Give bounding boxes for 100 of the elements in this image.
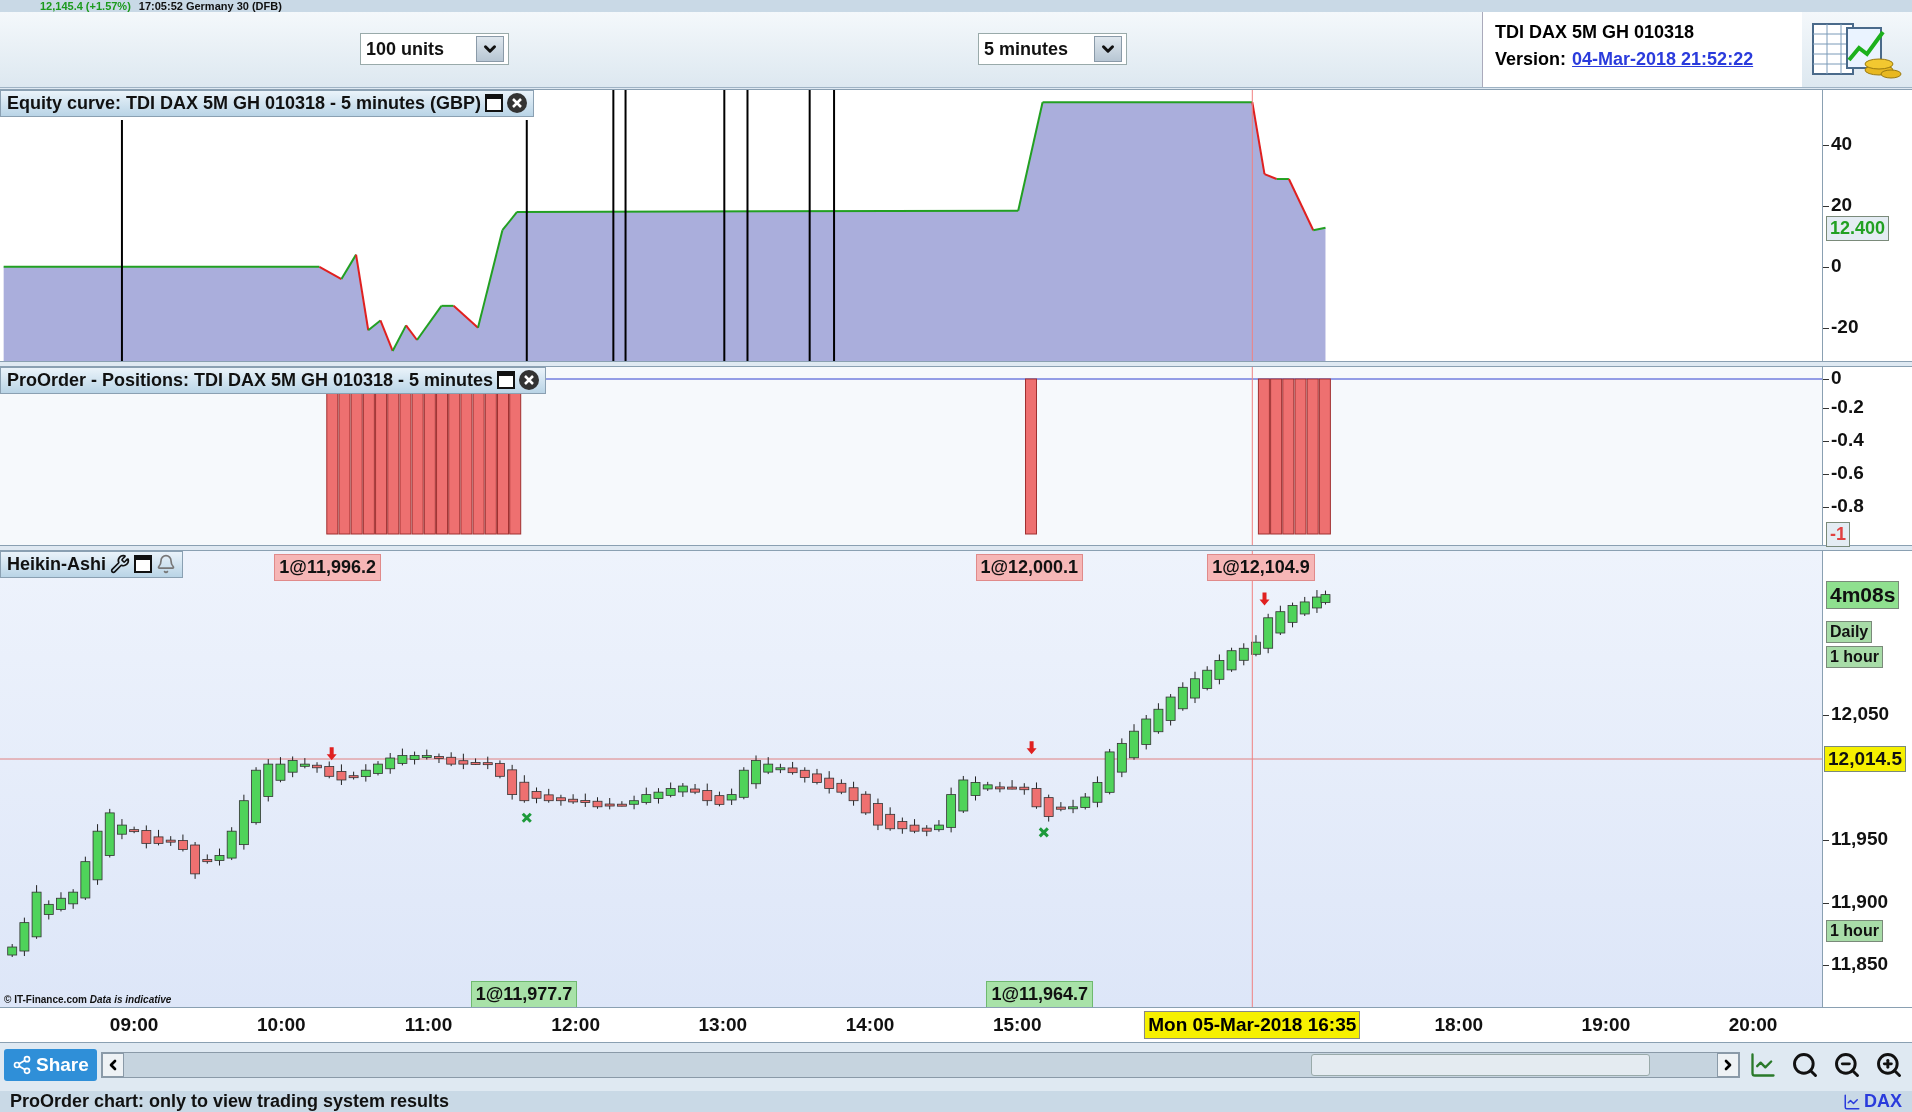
close-icon[interactable] [507, 93, 528, 114]
scroll-left-button[interactable] [101, 1052, 124, 1077]
candlestick [617, 800, 627, 807]
down-arrow-icon [326, 746, 337, 760]
candlestick [812, 767, 822, 785]
candlestick [1287, 601, 1298, 628]
period-tag: 1 hour [1826, 645, 1883, 668]
version-label: Version: [1495, 49, 1567, 70]
candlestick [702, 782, 713, 806]
axis-label: 11,950 [1831, 827, 1889, 850]
axis-label: -0.6 [1831, 461, 1864, 484]
candlestick [239, 793, 249, 850]
time-label: 18:00 [1434, 1014, 1484, 1037]
candlestick [312, 761, 322, 773]
current-value-tag: -1 [1826, 521, 1850, 547]
candlestick [604, 797, 615, 810]
window-icon[interactable] [485, 94, 504, 113]
candlestick [1214, 653, 1225, 685]
panel-title: ProOrder - Positions: TDI DAX 5M GH 010318 - 5 minutes [7, 369, 494, 391]
axis-label: 0 [1831, 366, 1842, 389]
candlestick [446, 751, 457, 767]
candlestick [1007, 779, 1017, 790]
axis-label: 11,900 [1831, 890, 1889, 913]
candlestick [1165, 693, 1176, 726]
candlestick [1177, 681, 1188, 711]
candlestick [324, 760, 335, 779]
candlestick [385, 752, 396, 774]
candlestick [751, 754, 761, 789]
candlestick [909, 818, 920, 834]
order-label: 1@11,996.2 [274, 553, 381, 581]
axis-label: -0.8 [1831, 494, 1864, 517]
candlestick [824, 770, 835, 794]
candlestick [1238, 642, 1249, 666]
time-label: 11:00 [404, 1014, 453, 1037]
time-label: 19:00 [1581, 1014, 1631, 1037]
share-icon [12, 1054, 32, 1075]
candlestick [714, 790, 725, 807]
candlestick [1129, 723, 1139, 760]
status-message: ProOrder chart: only to view trading system results [10, 1091, 450, 1112]
scroll-right-button[interactable] [1717, 1052, 1739, 1077]
candlestick [629, 794, 639, 810]
close-icon[interactable] [519, 370, 540, 391]
scrollbar[interactable] [100, 1051, 1740, 1078]
bell-icon[interactable] [156, 554, 177, 574]
window-icon[interactable] [134, 555, 153, 573]
axis-label: -20 [1831, 315, 1859, 338]
candlestick [434, 752, 444, 763]
candlestick [104, 807, 115, 858]
candlestick [92, 823, 103, 885]
candlestick [1068, 798, 1078, 814]
countdown-tag: 4m08s [1826, 580, 1900, 609]
axis-label: -0.2 [1831, 395, 1864, 418]
scroll-thumb[interactable] [1310, 1053, 1651, 1076]
candlestick [1226, 646, 1237, 672]
candlestick [1275, 604, 1286, 635]
candlestick [56, 891, 66, 912]
quantity-dropdown[interactable]: 100 units [360, 33, 509, 66]
time-label: 09:00 [109, 1014, 159, 1037]
candlestick [543, 787, 554, 803]
candlestick [1190, 670, 1200, 704]
candlestick [568, 793, 578, 804]
period-tag: 1 hour [1826, 919, 1883, 942]
time-label: 20:00 [1728, 1014, 1778, 1037]
candlestick [934, 819, 944, 832]
time-label: 13:00 [698, 1014, 748, 1037]
axis-label: 20 [1831, 193, 1853, 216]
candlestick [799, 766, 810, 783]
version-link[interactable]: 04-Mar-2018 21:52:22 [1572, 49, 1754, 70]
axis-label: 12,050 [1831, 702, 1890, 725]
candlestick [580, 792, 591, 807]
candlestick [885, 806, 896, 831]
candlestick [117, 818, 127, 840]
down-arrow-icon [1259, 592, 1270, 605]
order-label: 1@12,104.9 [1207, 553, 1315, 581]
candlestick [1141, 714, 1152, 750]
candlestick [921, 824, 932, 837]
axis-label: 40 [1831, 132, 1853, 155]
candlestick [495, 759, 505, 779]
candlestick [251, 766, 261, 825]
cross-icon [521, 811, 533, 823]
time-label: 15:00 [992, 1014, 1042, 1037]
window-icon[interactable] [497, 371, 516, 390]
instrument-info: 17:05:52 Germany 30 (DFB) [138, 0, 282, 12]
panel-title: Equity curve: TDI DAX 5M GH 010318 - 5 minutes (GBP) [7, 92, 482, 114]
system-name: TDI DAX 5M GH 010318 [1495, 22, 1695, 43]
order-label: 1@11,977.7 [470, 980, 578, 1008]
candlestick [897, 816, 908, 834]
axis-label: 11,850 [1831, 952, 1889, 975]
candlestick [860, 790, 871, 815]
candlestick [665, 781, 676, 798]
timeframe-dropdown[interactable]: 5 minutes [978, 33, 1127, 66]
axis-label: -0.4 [1831, 428, 1864, 451]
candlestick [946, 786, 956, 833]
wrench-icon[interactable] [110, 554, 131, 574]
candlestick [1116, 737, 1127, 778]
current-price-tag: 12,014.5 [1824, 745, 1906, 772]
candlestick [995, 780, 1005, 793]
axis-label: 0 [1831, 254, 1842, 277]
candlestick [421, 748, 432, 760]
current-value-tag: 12.400 [1826, 215, 1890, 241]
